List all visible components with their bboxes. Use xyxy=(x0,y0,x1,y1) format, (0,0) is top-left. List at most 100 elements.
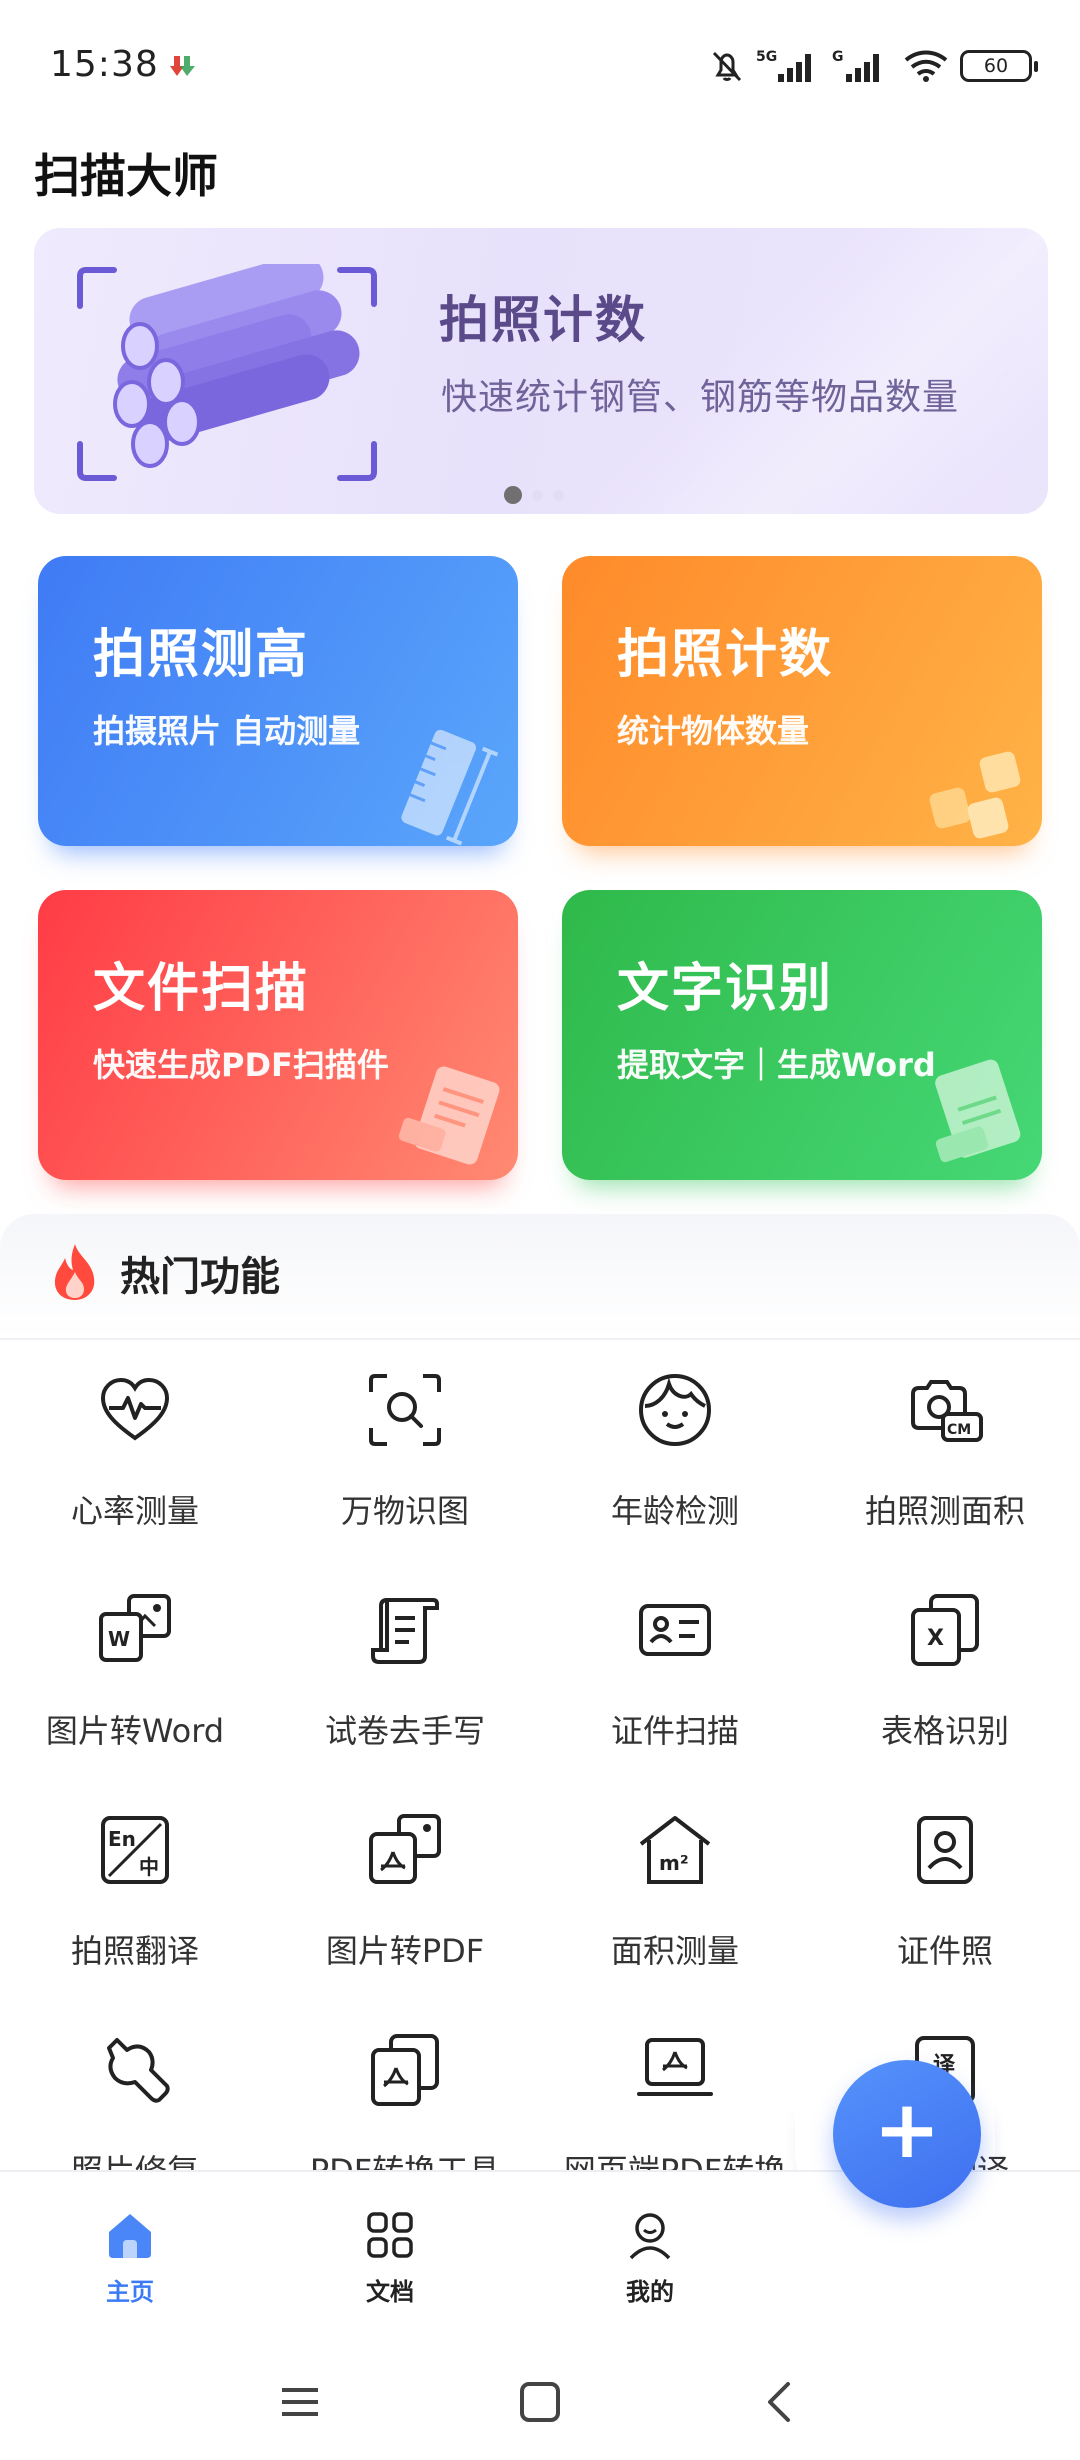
card-subtitle: 快速生成PDF扫描件 xyxy=(93,1046,389,1084)
wrench-icon xyxy=(107,2038,170,2103)
pdf-convert-icon xyxy=(371,2034,439,2106)
scan-search-icon xyxy=(369,1374,441,1446)
card-title: 文字识别 xyxy=(617,959,834,1019)
banner-dot-2[interactable] xyxy=(532,489,543,501)
grid-item-table-recognition[interactable]: X 表格识别 xyxy=(810,1560,1080,1780)
wifi-icon xyxy=(904,50,948,82)
excel-icon: X xyxy=(911,1594,979,1666)
grid-item-label: 拍照测面积 xyxy=(864,1492,1025,1530)
grid-item-web-pdf-convert[interactable]: 网页端PDF转换 xyxy=(540,2000,810,2170)
user-icon xyxy=(629,2213,671,2260)
grid-item-id-scan[interactable]: 证件扫描 xyxy=(540,1560,810,1780)
grid-item-label: 表格识别 xyxy=(880,1712,1009,1750)
grid-item-photo-translate[interactable]: En 中 拍照翻译 xyxy=(0,1780,270,2000)
id-photo-icon xyxy=(917,1816,973,1884)
laptop-pdf-icon xyxy=(637,2038,713,2096)
nav-item-home[interactable]: 主页 xyxy=(45,2172,215,2334)
card-title: 文件扫描 xyxy=(93,959,310,1019)
grid-item-image-to-word[interactable]: W 图片转Word xyxy=(0,1560,270,1780)
grid-item-label: 图片转Word xyxy=(45,1712,225,1750)
grid-item-pdf-converter[interactable]: PDF转换工具 xyxy=(270,2000,540,2170)
grid-item-label: 证件扫描 xyxy=(610,1712,739,1750)
network-g-label: G xyxy=(832,49,844,65)
grid-item-label: 拍照翻译 xyxy=(70,1932,199,1970)
nav-item-documents[interactable]: 文档 xyxy=(305,2172,475,2334)
grid-item-label: 万物识图 xyxy=(340,1492,469,1530)
grid-item-label: 年龄检测 xyxy=(610,1492,739,1530)
camera-area-icon: CM xyxy=(911,1380,983,1442)
card-photo-count[interactable]: 拍照计数 统计物体数量 xyxy=(562,556,1042,846)
steel-pipes-illustration xyxy=(77,264,377,481)
ruler-icon xyxy=(401,729,499,846)
grid-item-label: 证件照 xyxy=(896,1932,993,1970)
image-to-word-icon: W xyxy=(99,1594,171,1662)
card-height-measure[interactable]: 拍照测高 拍摄照片 自动测量 xyxy=(38,556,518,846)
back-icon[interactable] xyxy=(750,2372,810,2432)
grid-item-image-recognition[interactable]: 万物识图 xyxy=(270,1340,540,1560)
status-icons: 5G G 60 xyxy=(708,44,1038,88)
battery-level: 60 xyxy=(983,55,1009,77)
grid-item-label: 图片转PDF xyxy=(325,1932,485,1970)
id-card-icon xyxy=(639,1604,711,1656)
grid-icon xyxy=(367,2212,413,2258)
grid-item-heart-rate[interactable]: 心率测量 xyxy=(0,1340,270,1560)
home-square-icon[interactable] xyxy=(510,2372,570,2432)
hot-functions-title: 热门功能 xyxy=(120,1254,280,1300)
card-title: 拍照测高 xyxy=(93,625,310,685)
ocr-word-icon xyxy=(935,1059,1021,1163)
nav-item-profile[interactable]: 我的 xyxy=(565,2172,735,2334)
signal-5g-icon: 5G xyxy=(756,49,811,82)
hot-functions-header: 热门功能 xyxy=(0,1214,1080,1340)
grid-item-label: PDF转换工具 xyxy=(270,2146,540,2170)
app-title: 扫描大师 xyxy=(34,149,218,203)
feature-grid: 心率测量 万物识图 年龄检测 CM 拍照测面积 W 图片转Word 试卷去手写 … xyxy=(0,1340,1080,2170)
image-to-pdf-icon xyxy=(369,1814,441,1884)
grid-item-label: 面积测量 xyxy=(610,1932,739,1970)
banner-dot-1[interactable] xyxy=(504,486,522,504)
banner-dot-3[interactable] xyxy=(553,489,564,501)
app-screen: 15:38 5G G 60 扫描大师 拍照计数 快速统计钢管、钢筋等物品数量 拍… xyxy=(0,0,1080,2460)
app-notification-icon xyxy=(170,56,195,76)
banner-subtitle: 快速统计钢管、钢筋等物品数量 xyxy=(441,377,960,418)
promo-banner[interactable]: 拍照计数 快速统计钢管、钢筋等物品数量 xyxy=(34,228,1048,514)
house-area-icon: m² xyxy=(639,1816,711,1884)
pdf-document-icon xyxy=(398,1066,500,1165)
status-time: 15:38 xyxy=(50,44,159,85)
grid-item-label: 试卷去手写 xyxy=(324,1712,485,1750)
signal-g-icon: G xyxy=(832,49,879,82)
menu-icon[interactable] xyxy=(270,2372,330,2432)
svg-text:m²: m² xyxy=(659,1851,689,1875)
nav-label: 主页 xyxy=(106,2278,154,2306)
card-subtitle: 拍摄照片 自动测量 xyxy=(93,712,361,750)
grid-item-area-measure[interactable]: m² 面积测量 xyxy=(540,1780,810,2000)
card-title: 拍照计数 xyxy=(617,625,834,685)
grid-item-label: 照片修复 xyxy=(0,2146,270,2170)
home-icon xyxy=(109,2214,151,2258)
translate-en-icon: En 中 xyxy=(101,1816,169,1884)
card-text-recognition[interactable]: 文字识别 提取文字｜生成Word xyxy=(562,890,1042,1180)
banner-title: 拍照计数 xyxy=(439,291,647,349)
flame-icon xyxy=(54,1244,95,1300)
svg-text:CM: CM xyxy=(947,1422,971,1438)
grid-item-label: 网页端PDF转换 xyxy=(540,2146,810,2170)
nav-label: 文档 xyxy=(366,2278,414,2306)
grid-item-image-to-pdf[interactable]: 图片转PDF xyxy=(270,1780,540,2000)
card-file-scan[interactable]: 文件扫描 快速生成PDF扫描件 xyxy=(38,890,518,1180)
grid-item-id-photo[interactable]: 证件照 xyxy=(810,1780,1080,2000)
grid-item-photo-area[interactable]: CM 拍照测面积 xyxy=(810,1340,1080,1560)
grid-item-photo-repair[interactable]: 照片修复 xyxy=(0,2000,270,2170)
status-bar: 15:38 5G G 60 xyxy=(0,0,1080,130)
svg-text:中: 中 xyxy=(139,1855,159,1879)
grid-item-label: 心率测量 xyxy=(70,1492,199,1530)
nav-label: 我的 xyxy=(626,2278,674,2306)
grid-item-remove-handwriting[interactable]: 试卷去手写 xyxy=(270,1560,540,1780)
grid-item-age-detection[interactable]: 年龄检测 xyxy=(540,1340,810,1560)
mute-bell-icon xyxy=(712,51,742,82)
add-fab-button[interactable]: + xyxy=(833,2060,981,2208)
card-subtitle: 统计物体数量 xyxy=(617,712,810,750)
system-navigation-bar xyxy=(0,2332,1080,2460)
svg-text:W: W xyxy=(108,1627,130,1651)
svg-text:X: X xyxy=(927,1626,944,1651)
number-blocks-icon xyxy=(929,751,1021,839)
battery-indicator: 60 xyxy=(960,50,1038,82)
